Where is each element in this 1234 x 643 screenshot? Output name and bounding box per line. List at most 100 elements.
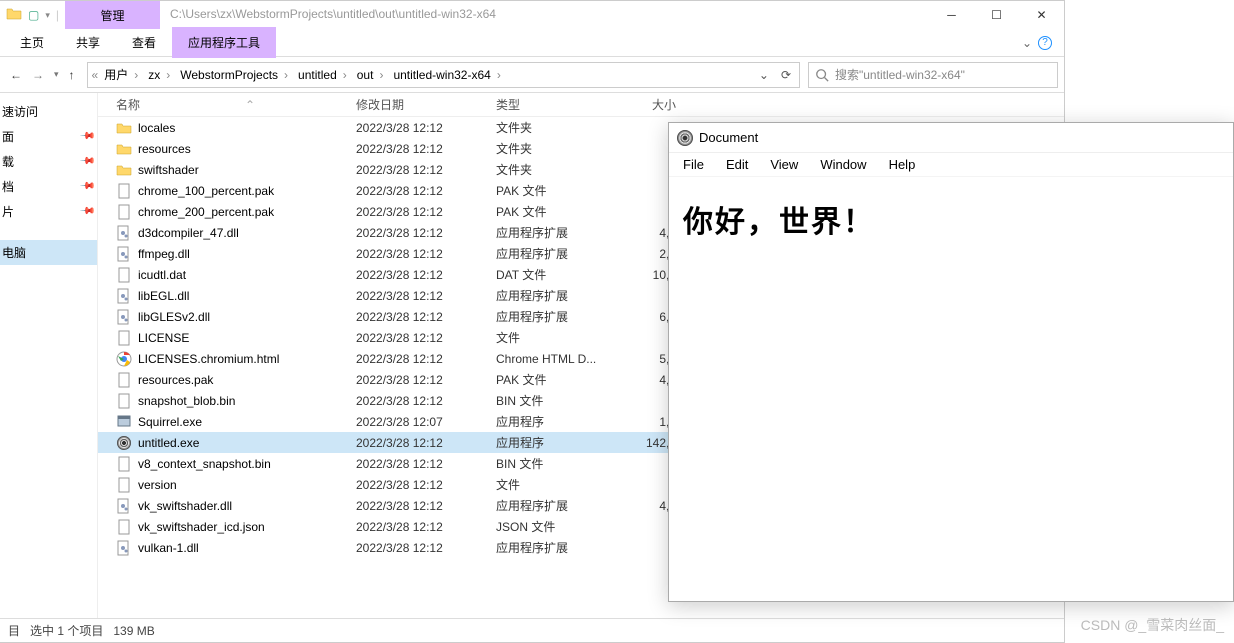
file-type: BIN 文件 [496, 392, 616, 409]
file-type: 文件夹 [496, 161, 616, 178]
maximize-button[interactable]: ☐ [974, 1, 1019, 29]
nav-arrows: ← → ▾ ↑ [6, 68, 79, 82]
file-icon [116, 141, 132, 157]
file-type: BIN 文件 [496, 455, 616, 472]
app-content: 你好，世界！ [669, 177, 1233, 261]
sidebar-item-pictures[interactable]: 片📌 [0, 199, 97, 224]
sidebar-item-downloads[interactable]: 载📌 [0, 149, 97, 174]
history-dropdown[interactable]: ▾ [54, 69, 59, 80]
column-size[interactable]: 大小 [616, 96, 676, 113]
file-name: d3dcompiler_47.dll [138, 226, 239, 240]
tab-home[interactable]: 主页 [4, 27, 60, 58]
file-size: 1,8 [616, 415, 676, 429]
sidebar-label: 电脑 [2, 244, 26, 261]
sidebar-item-quickaccess[interactable]: 速访问 [0, 99, 97, 124]
address-dropdown-icon[interactable]: ⌄ [759, 68, 769, 82]
save-icon[interactable]: ▢ [28, 8, 39, 22]
file-size: 142,8 [616, 436, 676, 450]
file-date: 2022/3/28 12:12 [356, 520, 496, 534]
sidebar-item-desktop[interactable]: 面📌 [0, 124, 97, 149]
file-date: 2022/3/28 12:12 [356, 478, 496, 492]
app-titlebar: Document [669, 123, 1233, 153]
tab-share[interactable]: 共享 [60, 27, 116, 58]
window-controls: ─ ☐ ✕ [929, 1, 1064, 29]
file-icon [116, 519, 132, 535]
file-name: LICENSES.chromium.html [138, 352, 279, 366]
menu-window[interactable]: Window [810, 155, 876, 174]
file-name: version [138, 478, 177, 492]
refresh-icon[interactable]: ⟳ [781, 68, 791, 82]
file-date: 2022/3/28 12:12 [356, 184, 496, 198]
file-icon [116, 120, 132, 136]
sidebar-label: 面 [2, 128, 14, 145]
menu-edit[interactable]: Edit [716, 155, 758, 174]
qat-dropdown-icon[interactable]: ▾ [45, 10, 50, 21]
file-name: LICENSE [138, 331, 189, 345]
crumb-out[interactable]: out [353, 66, 388, 84]
file-date: 2022/3/28 12:12 [356, 373, 496, 387]
window-title-path: C:\Users\zx\WebstormProjects\untitled\ou… [160, 1, 929, 29]
search-input[interactable]: 搜索"untitled-win32-x64" [808, 62, 1058, 88]
chevron-left-double-icon[interactable]: « [92, 68, 99, 82]
file-name: untitled.exe [138, 436, 199, 450]
menu-view[interactable]: View [760, 155, 808, 174]
file-icon [116, 540, 132, 556]
ribbon-expand[interactable]: ⌄ ? [1022, 36, 1060, 50]
help-icon[interactable]: ? [1038, 36, 1052, 50]
file-name: resources.pak [138, 373, 213, 387]
file-name: chrome_100_percent.pak [138, 184, 274, 198]
file-size: 4,9 [616, 373, 676, 387]
file-name: icudtl.dat [138, 268, 186, 282]
quick-access-toolbar: ▢ ▾ | [0, 1, 65, 29]
menu-help[interactable]: Help [879, 155, 926, 174]
search-placeholder: 搜索"untitled-win32-x64" [835, 66, 965, 83]
file-size: 8 [616, 541, 676, 555]
navigation-bar: ← → ▾ ↑ « 用户 zx WebstormProjects untitle… [0, 57, 1064, 93]
file-date: 2022/3/28 12:12 [356, 226, 496, 240]
pin-icon: 📌 [78, 178, 95, 195]
file-date: 2022/3/28 12:12 [356, 331, 496, 345]
file-type: 文件夹 [496, 140, 616, 157]
minimize-button[interactable]: ─ [929, 1, 974, 29]
sidebar-label: 速访问 [2, 103, 38, 120]
close-button[interactable]: ✕ [1019, 1, 1064, 29]
up-button[interactable]: ↑ [69, 68, 75, 82]
file-type: 应用程序扩展 [496, 245, 616, 262]
app-menubar: File Edit View Window Help [669, 153, 1233, 177]
file-type: PAK 文件 [496, 371, 616, 388]
menu-file[interactable]: File [673, 155, 714, 174]
file-icon [116, 288, 132, 304]
crumb-target[interactable]: untitled-win32-x64 [389, 66, 504, 84]
file-name: vk_swiftshader_icd.json [138, 520, 265, 534]
column-name[interactable]: 名称⌃ [98, 96, 356, 113]
file-type: PAK 文件 [496, 203, 616, 220]
file-type: 文件 [496, 476, 616, 493]
file-icon [116, 225, 132, 241]
crumb-zx[interactable]: zx [144, 66, 174, 84]
column-type[interactable]: 类型 [496, 96, 616, 113]
column-date[interactable]: 修改日期 [356, 96, 496, 113]
crumb-webstorm[interactable]: WebstormProjects [176, 66, 292, 84]
file-type: JSON 文件 [496, 518, 616, 535]
sidebar-item-documents[interactable]: 档📌 [0, 174, 97, 199]
status-selection-size: 139 MB [113, 624, 154, 638]
file-icon [116, 414, 132, 430]
sidebar-item-thispc[interactable]: 电脑 [0, 240, 97, 265]
crumb-users[interactable]: 用户 [100, 64, 142, 85]
tab-app-tools[interactable]: 应用程序工具 [172, 27, 276, 58]
file-date: 2022/3/28 12:12 [356, 352, 496, 366]
file-icon [116, 477, 132, 493]
tab-view[interactable]: 查看 [116, 27, 172, 58]
file-name: Squirrel.exe [138, 415, 202, 429]
titlebar: ▢ ▾ | 管理 C:\Users\zx\WebstormProjects\un… [0, 1, 1064, 29]
pin-icon: 📌 [78, 128, 95, 145]
file-size: 6,8 [616, 310, 676, 324]
forward-button[interactable]: → [32, 68, 44, 82]
sidebar-label: 载 [2, 153, 14, 170]
crumb-untitled[interactable]: untitled [294, 66, 351, 84]
pin-icon: 📌 [78, 153, 95, 170]
file-type: 应用程序扩展 [496, 308, 616, 325]
back-button[interactable]: ← [10, 68, 22, 82]
file-date: 2022/3/28 12:12 [356, 121, 496, 135]
address-bar[interactable]: « 用户 zx WebstormProjects untitled out un… [87, 62, 800, 88]
